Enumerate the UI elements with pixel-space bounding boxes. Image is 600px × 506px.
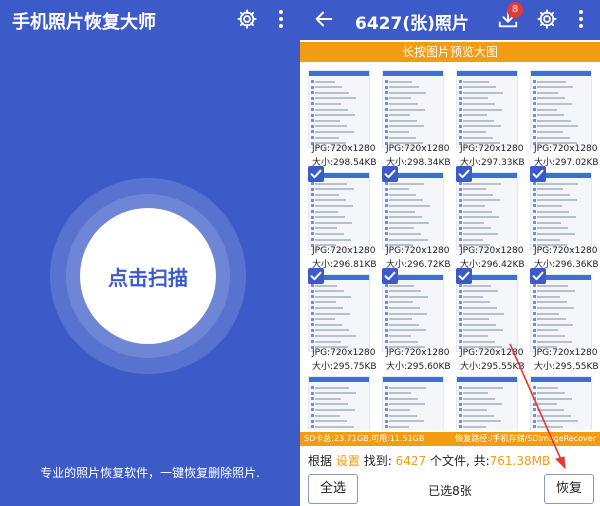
photo-preview-image (308, 274, 370, 352)
found-summary: 根据 设置 找到: 6427 个文件, 共:761.38MB (308, 452, 550, 469)
photo-thumbnail-item[interactable]: JPG:720x1280 大小:297.02KB (526, 64, 599, 168)
checkbox-checked-icon[interactable] (456, 268, 472, 284)
preview-hint-banner: 长按图片预览大图 (300, 42, 600, 62)
photo-preview-image (530, 172, 592, 250)
photo-preview-image (456, 274, 518, 352)
photo-preview-image (382, 376, 444, 430)
scan-button-label: 点击扫描 (108, 265, 188, 290)
recover-button[interactable]: 恢复 (544, 474, 594, 504)
checkbox-checked-icon[interactable] (308, 166, 324, 182)
found-middle: 个文件, 共: (429, 454, 490, 468)
checkbox-checked-icon[interactable] (456, 166, 472, 182)
found-total-size: 761.38MB (489, 454, 551, 468)
back-arrow-icon[interactable] (313, 8, 335, 30)
photo-thumbnail-item[interactable]: JPG:720x1280 大小:297.33KB (452, 64, 525, 168)
app-bar: 手机照片恢复大师 (0, 0, 300, 40)
scan-button[interactable]: 点击扫描 (80, 208, 216, 344)
photo-format: JPG:720x1280 (312, 348, 376, 358)
scan-screen: 手机照片恢复大师 点击扫描 专业的照片恢复软件，一键恢复删除照片. (0, 0, 300, 506)
photo-thumbnail-item[interactable]: JPG:720x1280 大小:296.36KB (526, 166, 599, 270)
results-app-bar: 6427(张)照片 8 (300, 0, 600, 40)
photo-preview-image (382, 172, 444, 250)
photo-format: JPG:720x1280 (534, 246, 598, 256)
settings-link[interactable]: 设置 (336, 454, 360, 468)
photo-format: JPG:720x1280 (386, 144, 450, 154)
photo-grid: JPG:720x1280 大小:298.54KB JPG:720x1280 大小:29… (304, 64, 600, 430)
photo-preview-image (530, 70, 592, 148)
photo-format: JPG:720x1280 (534, 348, 598, 358)
gear-icon[interactable] (236, 8, 258, 30)
photo-thumbnail-item[interactable] (378, 370, 448, 430)
download-count-badge: 8 (507, 2, 523, 18)
checkbox-checked-icon[interactable] (308, 268, 324, 284)
photo-preview-image (308, 376, 370, 430)
photo-preview-image (456, 70, 518, 148)
photo-format: JPG:720x1280 (312, 246, 376, 256)
checkbox-checked-icon[interactable] (382, 166, 398, 182)
photo-thumbnail-item[interactable]: JPG:720x1280 大小:296.81KB (304, 166, 377, 270)
more-vert-icon[interactable] (575, 8, 587, 30)
photo-preview-image (530, 274, 592, 352)
storage-info-bar: SD卡总:23.71GB,可用:11.51GB 恢复路径:/手机存储/SDIma… (300, 432, 600, 446)
app-description: 专业的照片恢复软件，一键恢复删除照片. (40, 466, 260, 480)
photo-thumbnail-item[interactable]: JPG:720x1280 大小:296.42KB (452, 166, 525, 270)
photo-thumbnail-item[interactable] (526, 370, 596, 430)
checkbox-checked-icon[interactable] (530, 268, 546, 284)
photo-thumbnail-item[interactable]: JPG:720x1280 大小:298.34KB (378, 64, 451, 168)
photo-thumbnail-item[interactable] (452, 370, 522, 430)
photo-thumbnail-item[interactable]: JPG:720x1280 大小:298.54KB (304, 64, 377, 168)
found-prefix: 根据 (308, 454, 333, 468)
app-title: 手机照片恢复大师 (12, 12, 156, 33)
photo-thumbnail-item[interactable]: JPG:720x1280 大小:295.55KB (526, 268, 599, 372)
sd-card-info: SD卡总:23.71GB,可用:11.51GB (304, 434, 425, 443)
photo-thumbnail-item[interactable]: JPG:720x1280 大小:295.75KB (304, 268, 377, 372)
checkbox-checked-icon[interactable] (530, 166, 546, 182)
photo-thumbnail-item[interactable] (304, 370, 374, 430)
photo-results-screen: 6427(张)照片 8 长按图片预览大图 JPG:720x1280 大小:298.… (300, 0, 600, 506)
found-count: 6427 (395, 454, 427, 468)
photo-preview-image (530, 376, 592, 430)
photo-format: JPG:720x1280 (386, 246, 450, 256)
photo-preview-image (382, 274, 444, 352)
photo-format: JPG:720x1280 (460, 348, 524, 358)
photo-thumbnail-item[interactable]: JPG:720x1280 大小:295.60KB (378, 268, 451, 372)
photo-preview-image (456, 376, 518, 430)
photo-preview-image (456, 172, 518, 250)
photo-preview-image (308, 172, 370, 250)
photo-format: JPG:720x1280 (386, 348, 450, 358)
photo-preview-image (308, 70, 370, 148)
photo-format: JPG:720x1280 (460, 246, 524, 256)
photo-preview-image (382, 70, 444, 148)
photo-thumbnail-item[interactable]: JPG:720x1280 大小:295.55KB (452, 268, 525, 372)
found-label: 找到: (363, 454, 392, 468)
recover-path-info: 恢复路径:/手机存储/SDImageRecover (455, 434, 596, 443)
results-title: 6427(张)照片 (355, 14, 469, 34)
gear-icon[interactable] (536, 8, 558, 30)
checkbox-checked-icon[interactable] (382, 268, 398, 284)
photo-format: JPG:720x1280 (534, 144, 598, 154)
photo-thumbnail-item[interactable]: JPG:720x1280 大小:296.72KB (378, 166, 451, 270)
more-vert-icon[interactable] (275, 8, 287, 30)
photo-format: JPG:720x1280 (460, 144, 524, 154)
photo-format: JPG:720x1280 (312, 144, 376, 154)
